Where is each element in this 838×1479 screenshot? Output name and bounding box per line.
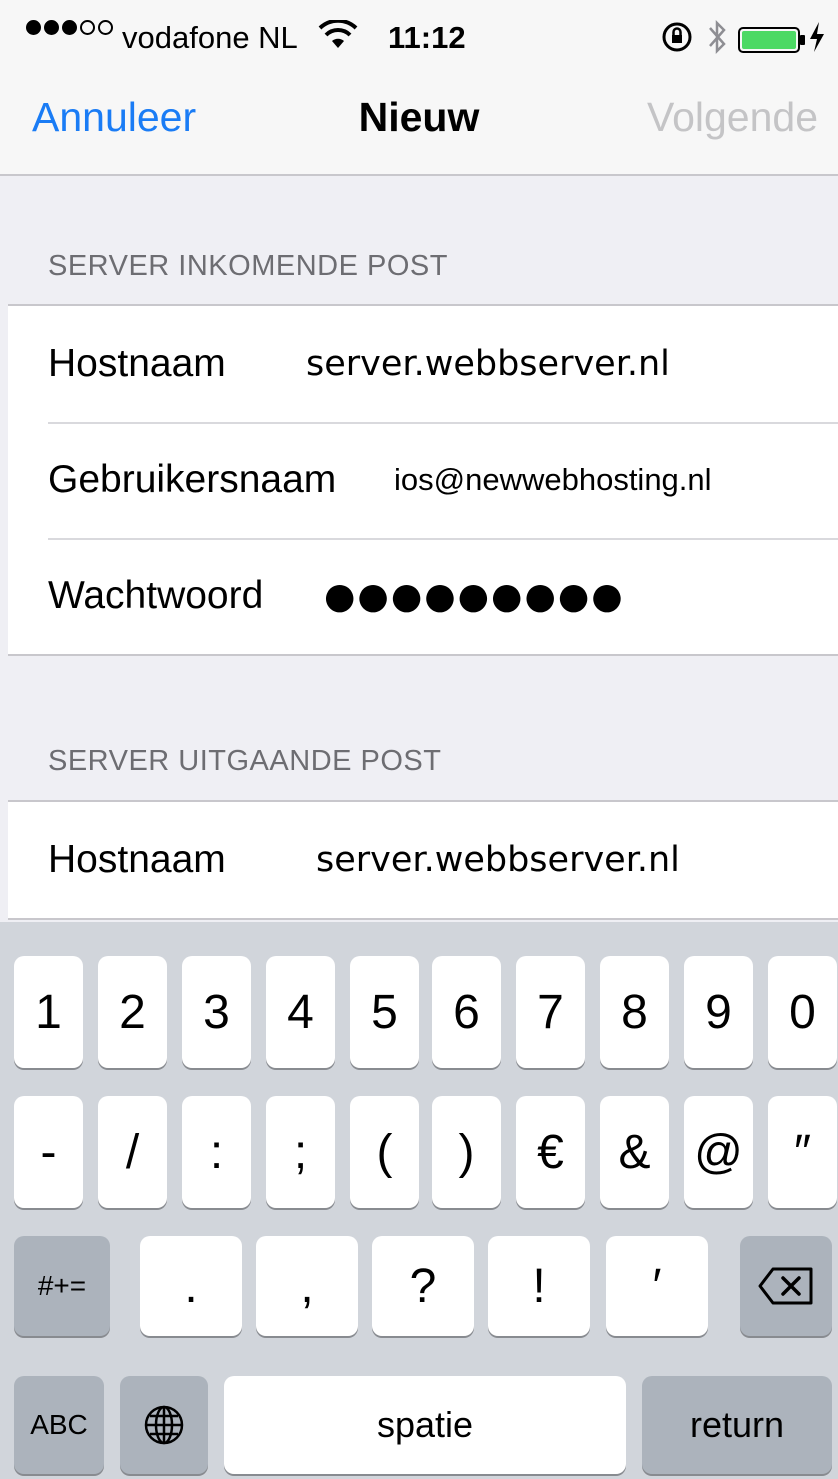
key-3[interactable]: 3 [182, 956, 251, 1068]
incoming-hostname-field[interactable]: server.webbserver.nl [306, 344, 670, 384]
signal-strength-icon [26, 20, 113, 35]
key-open-paren[interactable]: ( [350, 1096, 419, 1208]
key-ampersand[interactable]: & [600, 1096, 669, 1208]
symbols-mode-key[interactable]: #+= [14, 1236, 110, 1336]
status-time: 11:12 [388, 20, 466, 55]
outgoing-hostname-row[interactable]: Hostnaam server.webbserver.nl [8, 802, 838, 918]
key-euro[interactable]: € [516, 1096, 585, 1208]
key-4[interactable]: 4 [266, 956, 335, 1068]
incoming-hostname-row[interactable]: Hostnaam server.webbserver.nl [8, 306, 838, 422]
key-colon[interactable]: : [182, 1096, 251, 1208]
battery-icon [738, 24, 808, 61]
backspace-icon [758, 1267, 813, 1305]
status-bar: vodafone NL 11:12 [0, 0, 838, 72]
key-0[interactable]: 0 [768, 956, 837, 1068]
section-header-outgoing: SERVER UITGAANDE POST [48, 745, 442, 777]
charging-icon [808, 20, 826, 62]
incoming-password-row[interactable]: Wachtwoord ●●●●●●●●● [8, 538, 838, 654]
row-label: Hostnaam [48, 838, 226, 881]
outgoing-server-group: Hostnaam server.webbserver.nl [8, 800, 838, 920]
keyboard: 1 2 3 4 5 6 7 8 9 0 - / : ; ( ) € & @ ″ … [0, 922, 838, 1479]
key-apostrophe[interactable]: ′ [606, 1236, 708, 1336]
key-hyphen[interactable]: - [14, 1096, 83, 1208]
top-bar: vodafone NL 11:12 Annuleer Nieuw Volgend… [0, 0, 838, 176]
key-comma[interactable]: , [256, 1236, 358, 1336]
space-key[interactable]: spatie [224, 1376, 626, 1474]
key-9[interactable]: 9 [684, 956, 753, 1068]
outgoing-hostname-field[interactable]: server.webbserver.nl [316, 840, 680, 880]
incoming-username-field[interactable]: ios@newwebhosting.nl [394, 462, 712, 498]
return-key[interactable]: return [642, 1376, 832, 1474]
key-question[interactable]: ? [372, 1236, 474, 1336]
key-quote[interactable]: ″ [768, 1096, 837, 1208]
abc-key[interactable]: ABC [14, 1376, 104, 1474]
key-5[interactable]: 5 [350, 956, 419, 1068]
backspace-key[interactable] [740, 1236, 832, 1336]
key-slash[interactable]: / [98, 1096, 167, 1208]
key-close-paren[interactable]: ) [432, 1096, 501, 1208]
key-7[interactable]: 7 [516, 956, 585, 1068]
key-exclamation[interactable]: ! [488, 1236, 590, 1336]
key-at[interactable]: @ [684, 1096, 753, 1208]
wifi-icon [318, 18, 358, 60]
next-button[interactable]: Volgende [647, 94, 818, 141]
row-label: Gebruikersnaam [48, 458, 337, 501]
incoming-server-group: Hostnaam server.webbserver.nl Gebruikers… [8, 304, 838, 656]
key-8[interactable]: 8 [600, 956, 669, 1068]
bluetooth-icon [706, 18, 728, 64]
key-1[interactable]: 1 [14, 956, 83, 1068]
row-label: Wachtwoord [48, 574, 264, 617]
section-header-incoming: SERVER INKOMENDE POST [48, 250, 448, 282]
incoming-password-field[interactable]: ●●●●●●●●● [324, 576, 625, 617]
key-2[interactable]: 2 [98, 956, 167, 1068]
key-semicolon[interactable]: ; [266, 1096, 335, 1208]
globe-key[interactable] [120, 1376, 208, 1474]
key-6[interactable]: 6 [432, 956, 501, 1068]
row-label: Hostnaam [48, 342, 226, 385]
incoming-username-row[interactable]: Gebruikersnaam ios@newwebhosting.nl [8, 422, 838, 538]
rotation-lock-icon [660, 20, 694, 62]
carrier-name: vodafone NL [122, 20, 298, 55]
globe-icon [144, 1405, 184, 1445]
key-period[interactable]: . [140, 1236, 242, 1336]
